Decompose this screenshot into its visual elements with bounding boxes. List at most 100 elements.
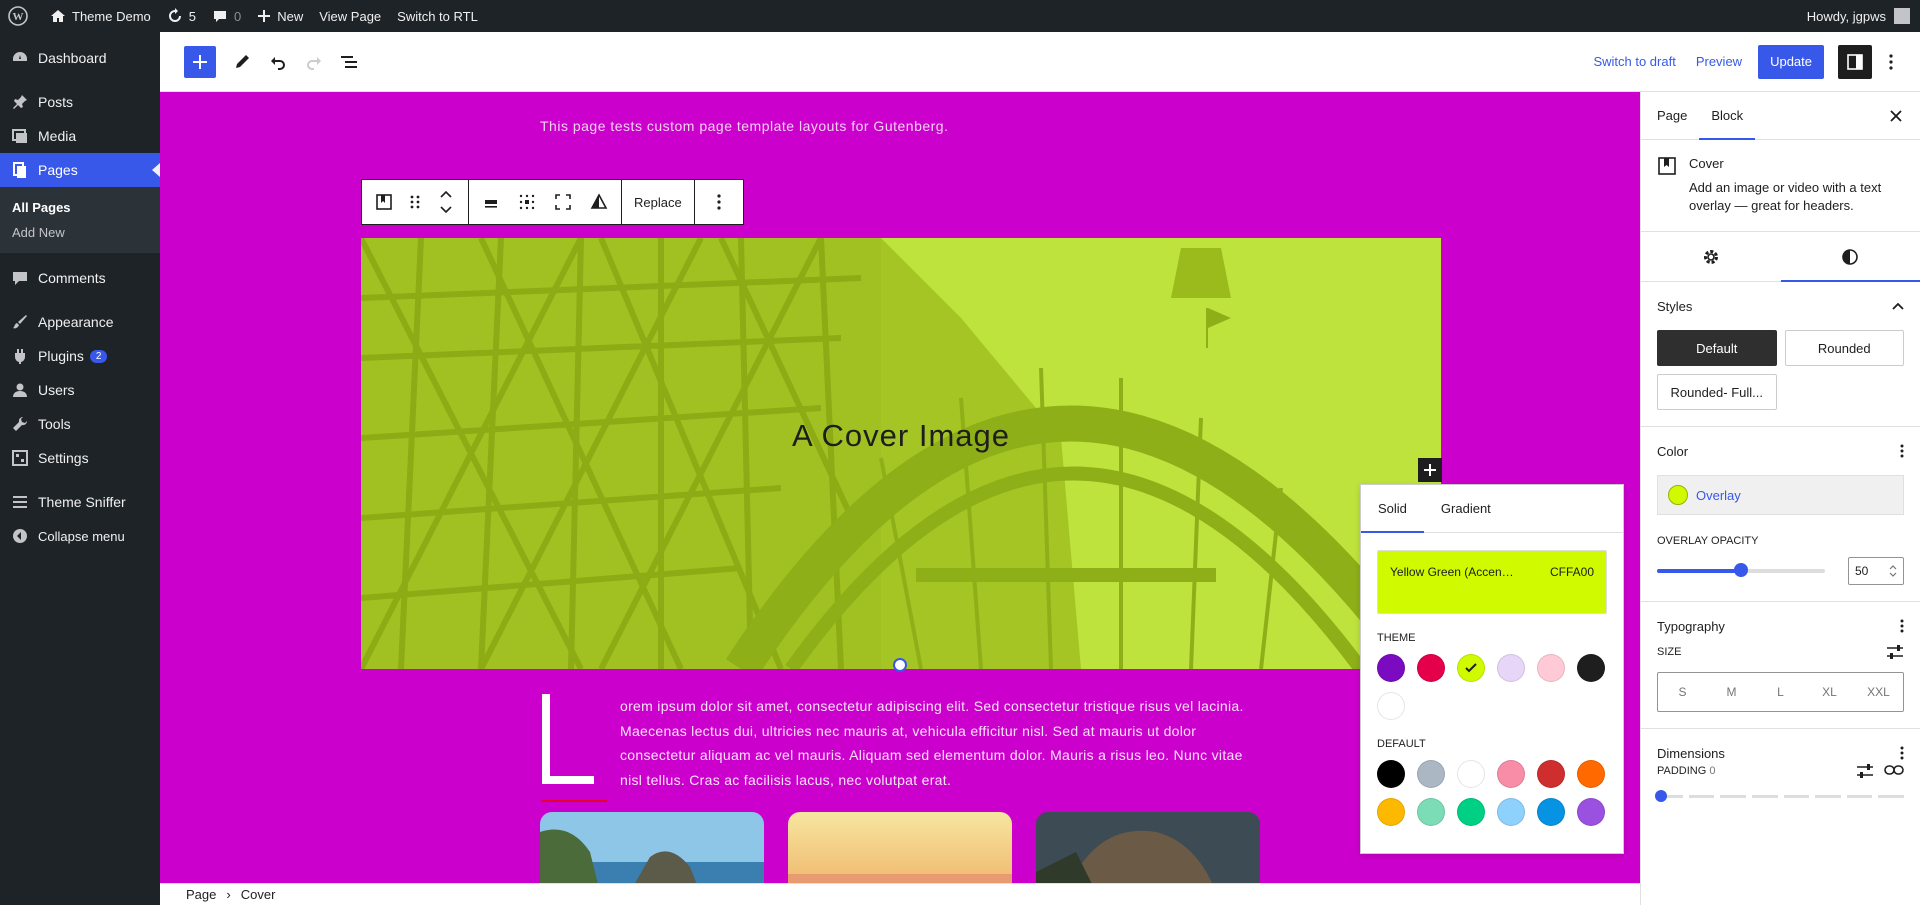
gallery-image-rocks[interactable] — [1036, 812, 1260, 883]
slider-thumb[interactable] — [1655, 790, 1667, 802]
settings-toggle-button[interactable] — [1838, 44, 1872, 79]
color-swatch[interactable] — [1577, 654, 1605, 682]
size-option-xxl[interactable]: XXL — [1854, 673, 1903, 711]
color-swatch[interactable] — [1457, 798, 1485, 826]
tab-gradient[interactable]: Gradient — [1424, 485, 1508, 532]
cover-title[interactable]: A Cover Image — [361, 418, 1441, 454]
options-button[interactable] — [1876, 44, 1906, 80]
breadcrumb-page[interactable]: Page — [186, 887, 216, 902]
gallery-image-sunset[interactable] — [788, 812, 1012, 883]
size-option-m[interactable]: M — [1707, 673, 1756, 711]
block-inserter-button[interactable] — [184, 45, 216, 78]
color-swatch[interactable] — [1417, 760, 1445, 788]
sidebar-item-posts[interactable]: Posts — [0, 85, 160, 119]
sliders-icon[interactable] — [1856, 763, 1874, 779]
new-link[interactable]: New — [249, 0, 311, 32]
color-swatch[interactable] — [1377, 760, 1405, 788]
drag-handle-icon[interactable] — [402, 180, 428, 224]
submenu-all-pages[interactable]: All Pages — [0, 195, 160, 220]
overlay-opacity-slider[interactable] — [1657, 563, 1825, 577]
padding-slider[interactable] — [1655, 790, 1904, 802]
sidebar-item-plugins[interactable]: Plugins 2 — [0, 339, 160, 373]
cover-resize-handle[interactable] — [893, 658, 907, 672]
intro-paragraph[interactable]: This page tests custom page template lay… — [540, 118, 948, 134]
more-vertical-icon[interactable] — [1900, 619, 1904, 633]
sidebar-item-theme-sniffer[interactable]: Theme Sniffer — [0, 485, 160, 519]
cover-block-icon[interactable] — [366, 180, 402, 224]
sidebar-item-appearance[interactable]: Appearance — [0, 305, 160, 339]
duotone-filter-icon[interactable] — [581, 180, 617, 224]
tab-settings[interactable] — [1641, 232, 1781, 281]
sidebar-item-pages[interactable]: Pages — [0, 153, 160, 187]
sidebar-item-settings[interactable]: Settings — [0, 441, 160, 475]
redo-button[interactable] — [296, 44, 332, 80]
sidebar-item-collapse[interactable]: Collapse menu — [0, 519, 160, 553]
sliders-icon[interactable] — [1886, 644, 1904, 660]
overlay-color-button[interactable]: Overlay — [1657, 475, 1904, 515]
avatar[interactable] — [1894, 8, 1910, 24]
submenu-add-new[interactable]: Add New — [0, 220, 160, 245]
more-vertical-icon[interactable] — [1900, 444, 1904, 458]
style-default-button[interactable]: Default — [1657, 330, 1777, 366]
cover-block[interactable]: A Cover Image — [361, 238, 1441, 669]
size-option-l[interactable]: L — [1756, 673, 1805, 711]
wordpress-logo-icon[interactable]: W — [0, 0, 42, 32]
howdy-link[interactable]: Howdy, jgpws — [1807, 9, 1886, 24]
slider-thumb[interactable] — [1734, 563, 1748, 577]
site-name-link[interactable]: Theme Demo — [42, 0, 159, 32]
selected-color-preview[interactable]: Yellow Green (Accen… CFFA00 — [1377, 550, 1607, 614]
move-up-down-icon[interactable] — [428, 180, 464, 224]
color-swatch[interactable] — [1377, 798, 1405, 826]
color-swatch[interactable] — [1497, 760, 1525, 788]
color-swatch[interactable] — [1457, 654, 1485, 682]
position-matrix-icon[interactable] — [509, 180, 545, 224]
comments-link[interactable]: 0 — [204, 0, 249, 32]
add-block-button[interactable] — [1418, 458, 1442, 482]
color-swatch[interactable] — [1537, 654, 1565, 682]
more-options-icon[interactable] — [699, 180, 739, 224]
gallery-image-cliffs[interactable] — [540, 812, 764, 883]
color-swatch[interactable] — [1577, 798, 1605, 826]
preview-button[interactable]: Preview — [1688, 54, 1750, 69]
overlay-opacity-input[interactable]: 50 — [1848, 557, 1904, 585]
sidebar-item-media[interactable]: Media — [0, 119, 160, 153]
color-swatch[interactable] — [1577, 760, 1605, 788]
style-rounded-button[interactable]: Rounded — [1784, 330, 1904, 366]
tab-solid[interactable]: Solid — [1361, 485, 1424, 533]
tools-button[interactable] — [224, 44, 260, 80]
color-swatch[interactable] — [1377, 654, 1405, 682]
sidebar-item-users[interactable]: Users — [0, 373, 160, 407]
size-option-xl[interactable]: XL — [1805, 673, 1854, 711]
style-rounded-full-button[interactable]: Rounded- Full... — [1657, 374, 1777, 410]
link-icon[interactable] — [1884, 763, 1904, 777]
sidebar-item-dashboard[interactable]: Dashboard — [0, 41, 160, 75]
color-swatch[interactable] — [1537, 760, 1565, 788]
color-swatch[interactable] — [1377, 692, 1405, 720]
color-swatch[interactable] — [1417, 654, 1445, 682]
align-content-icon[interactable] — [473, 180, 509, 224]
close-panel-button[interactable] — [1872, 92, 1920, 139]
color-swatch[interactable] — [1417, 798, 1445, 826]
color-swatch[interactable] — [1497, 654, 1525, 682]
body-paragraph[interactable]: orem ipsum dolor sit amet, consectetur a… — [620, 694, 1260, 792]
tab-styles[interactable] — [1780, 232, 1920, 282]
fullscreen-icon[interactable] — [545, 180, 581, 224]
view-page-link[interactable]: View Page — [311, 0, 389, 32]
more-vertical-icon[interactable] — [1900, 746, 1904, 760]
spinner-icon[interactable] — [1889, 564, 1897, 578]
switch-rtl-link[interactable]: Switch to RTL — [389, 0, 486, 32]
update-button[interactable]: Update — [1758, 44, 1824, 79]
tab-block[interactable]: Block — [1699, 92, 1755, 140]
size-option-s[interactable]: S — [1658, 673, 1707, 711]
updates-link[interactable]: 5 — [159, 0, 204, 32]
color-swatch[interactable] — [1537, 798, 1565, 826]
breadcrumb-cover[interactable]: Cover — [241, 887, 276, 902]
color-swatch[interactable] — [1457, 760, 1485, 788]
sidebar-item-comments[interactable]: Comments — [0, 261, 160, 295]
replace-button[interactable]: Replace — [626, 195, 690, 210]
tab-page[interactable]: Page — [1645, 92, 1699, 139]
color-swatch[interactable] — [1497, 798, 1525, 826]
chevron-up-icon[interactable] — [1892, 302, 1904, 310]
sidebar-item-tools[interactable]: Tools — [0, 407, 160, 441]
undo-button[interactable] — [260, 44, 296, 80]
